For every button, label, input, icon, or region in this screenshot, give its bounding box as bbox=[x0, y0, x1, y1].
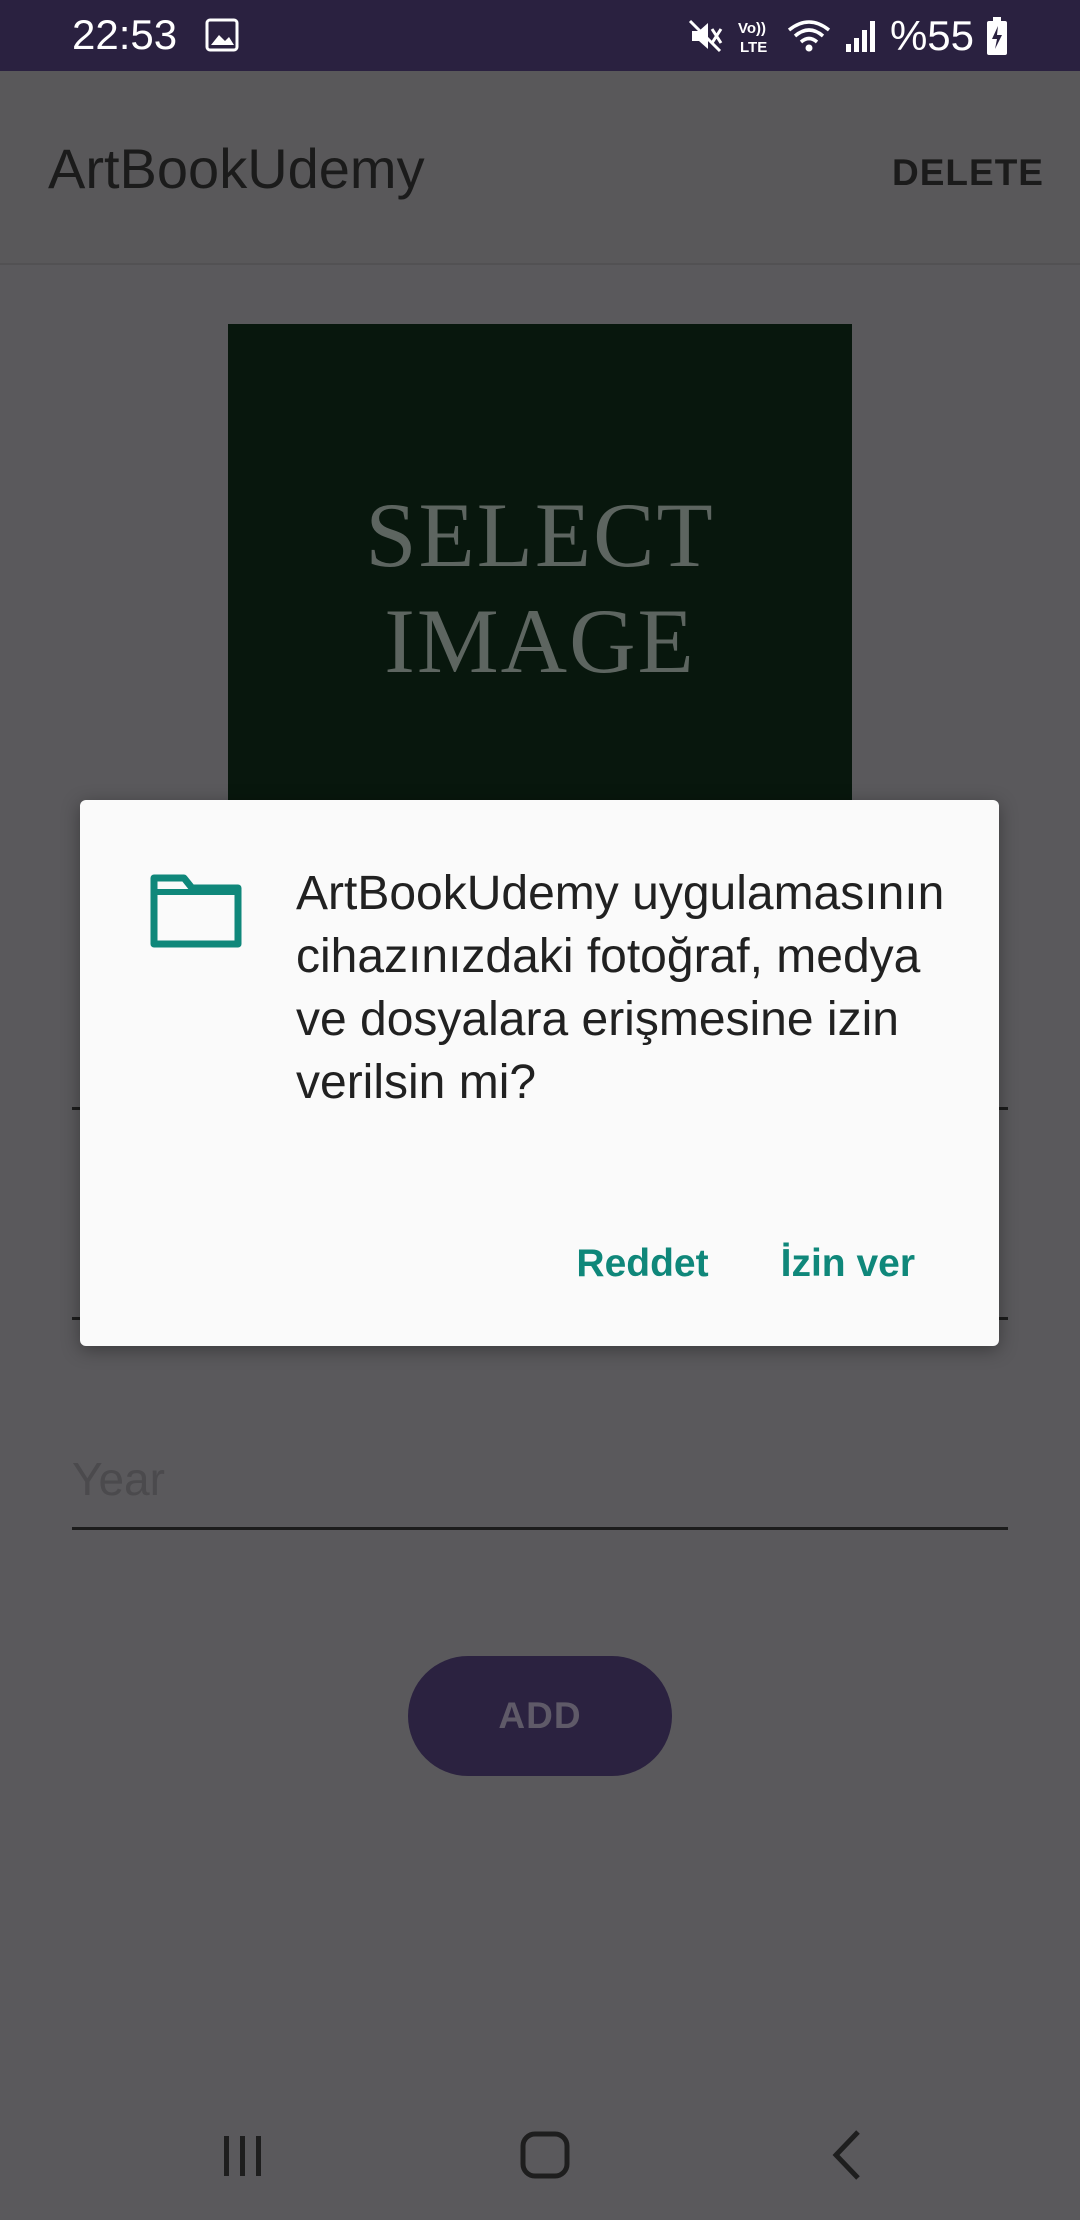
recents-icon[interactable] bbox=[203, 2120, 283, 2190]
permission-dialog: ArtBookUdemy uygulamasının cihazınızdaki… bbox=[80, 800, 999, 1346]
status-icons: Vo)) LTE %55 bbox=[686, 12, 1008, 60]
app-title: ArtBookUdemy bbox=[48, 137, 425, 200]
signal-icon bbox=[845, 21, 875, 52]
navigation-bar bbox=[0, 2080, 1080, 2220]
deny-button[interactable]: Reddet bbox=[576, 1240, 708, 1288]
select-image-button[interactable]: SELECT IMAGE bbox=[228, 324, 852, 800]
dialog-message: ArtBookUdemy uygulamasının cihazınızdaki… bbox=[296, 867, 945, 1109]
mute-icon bbox=[688, 19, 723, 53]
allow-button[interactable]: İzin ver bbox=[781, 1240, 915, 1288]
volte-icon: Vo)) LTE bbox=[738, 20, 767, 56]
image-icon bbox=[205, 18, 239, 52]
svg-text:Vo)): Vo)) bbox=[738, 20, 766, 37]
year-hint: Year bbox=[72, 1453, 165, 1505]
delete-button[interactable]: DELETE bbox=[892, 151, 1044, 195]
wifi-icon bbox=[787, 20, 831, 52]
svg-text:LTE: LTE bbox=[740, 39, 767, 56]
home-icon[interactable] bbox=[505, 2120, 585, 2190]
back-icon[interactable] bbox=[808, 2120, 888, 2190]
add-button[interactable]: ADD bbox=[408, 1656, 672, 1776]
select-image-label: SELECT IMAGE bbox=[228, 482, 852, 694]
dialog-actions: Reddet İzin ver bbox=[576, 1240, 915, 1288]
folder-icon bbox=[150, 874, 242, 948]
status-time: 22:53 bbox=[72, 11, 178, 58]
battery-percent: %55 bbox=[889, 12, 974, 59]
battery-charging-icon bbox=[987, 17, 1007, 55]
app-bar: ArtBookUdemy DELETE bbox=[0, 71, 1080, 265]
status-bar: 22:53 Vo)) LTE %55 bbox=[0, 0, 1080, 71]
year-field[interactable]: Year bbox=[72, 1440, 1008, 1530]
select-image-text: SELECT IMAGE bbox=[365, 484, 715, 692]
